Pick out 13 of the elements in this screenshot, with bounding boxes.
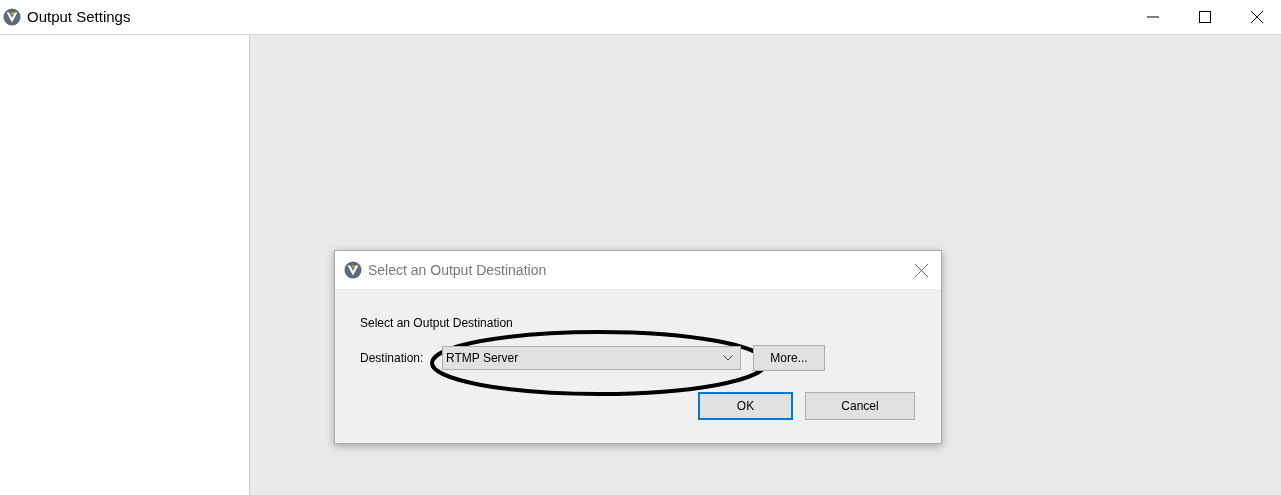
ok-button[interactable]: OK [698,392,793,420]
close-icon[interactable] [1251,11,1263,23]
chevron-down-icon [723,355,733,361]
logo-icon [344,261,362,279]
window-title: Output Settings [27,6,131,27]
logo-icon [3,8,21,26]
dialog-heading: Select an Output Destination [360,315,514,332]
more-button[interactable]: More... [753,345,825,371]
dialog-title: Select an Output Destination [368,260,547,280]
destination-dropdown[interactable]: RTMP Server [442,346,741,370]
destination-label: Destination: [360,350,425,367]
maximize-icon[interactable] [1199,11,1211,23]
cancel-button[interactable]: Cancel [805,392,915,420]
